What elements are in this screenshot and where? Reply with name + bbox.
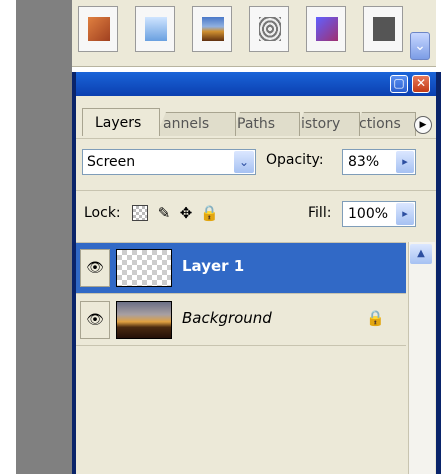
lock-label: Lock: [84,205,121,221]
lock-transparency-icon[interactable] [132,205,148,221]
tab-paths[interactable]: Paths [230,112,300,136]
palette-titlebar[interactable]: ▢ ✕ [76,72,436,96]
opacity-field[interactable]: 83% ▸ [342,149,416,175]
blend-mode-select[interactable]: Screen ⌄ [82,149,256,175]
left-margin [0,0,16,474]
swatches-scroll-down-button[interactable]: ⌄ [410,32,430,60]
lock-position-move-icon[interactable]: ✥ [178,205,194,221]
fill-value: 100% [348,206,389,222]
close-button[interactable]: ✕ [412,75,430,93]
tab-history[interactable]: istory [294,112,360,136]
layer-row-background[interactable]: 👁 Background 🔒 [76,295,406,346]
eye-icon[interactable]: 👁 [80,301,110,339]
tab-actions[interactable]: ctions [352,112,416,136]
workspace-strip [16,0,72,474]
lock-fill-row: Lock: ✎ ✥ 🔒 Fill: 100% ▸ [76,190,436,237]
layer-row-layer-1[interactable]: 👁 Layer 1 [76,243,406,294]
tab-channels[interactable]: annels [156,112,236,136]
minimize-icon: ▢ [393,76,405,90]
fill-label: Fill: [308,205,332,221]
palette-tabs: ctions istory Paths annels Layers ▶ [80,108,436,136]
swatch-gray-style[interactable] [363,6,403,52]
blend-opacity-row: Screen ⌄ Opacity: 83% ▸ [76,138,436,185]
panel-right-border [436,72,441,474]
chevron-down-icon: ⌄ [238,155,250,169]
layer-thumbnail [116,249,172,287]
layer-thumbnail [116,301,172,339]
palette-menu-button[interactable]: ▶ [414,116,432,134]
tab-layers[interactable]: Layers [82,108,160,136]
chevron-right-icon: ▸ [402,207,408,220]
opacity-value: 83% [348,154,380,170]
eye-icon[interactable]: 👁 [80,249,110,287]
opacity-label: Opacity: [266,152,324,168]
layer-name: Layer 1 [182,257,245,275]
layer-name: Background [182,309,272,327]
swatch-purple-style[interactable] [306,6,346,52]
lock-icon: 🔒 [366,309,385,327]
opacity-slider-button[interactable]: ▸ [396,151,414,173]
chevron-down-icon: ⌄ [414,38,426,54]
close-icon: ✕ [415,76,427,90]
minimize-button[interactable]: ▢ [390,75,408,93]
layers-scrollbar[interactable]: ▲ [408,242,435,474]
styles-palette: ⌄ [72,0,436,67]
blend-mode-value: Screen [87,154,136,170]
swatch-blue-style[interactable] [135,6,175,52]
swatch-texture-style[interactable] [249,6,289,52]
swatch-landscape-style[interactable] [192,6,232,52]
fill-slider-button[interactable]: ▸ [396,203,414,225]
blend-mode-dropdown-button[interactable]: ⌄ [234,151,254,173]
chevron-up-icon: ▲ [417,248,425,259]
lock-image-brush-icon[interactable]: ✎ [156,205,172,221]
layers-list: 👁 Layer 1 👁 Background 🔒 [76,242,406,475]
scroll-up-button[interactable]: ▲ [410,244,432,264]
swatch-orange-style[interactable] [78,6,118,52]
lock-all-icon[interactable]: 🔒 [200,205,219,221]
palette-menu-icon: ▶ [419,120,427,130]
fill-field[interactable]: 100% ▸ [342,201,416,227]
chevron-right-icon: ▸ [402,155,408,168]
layers-palette: ▢ ✕ ctions istory Paths annels Layers ▶ … [72,72,436,474]
